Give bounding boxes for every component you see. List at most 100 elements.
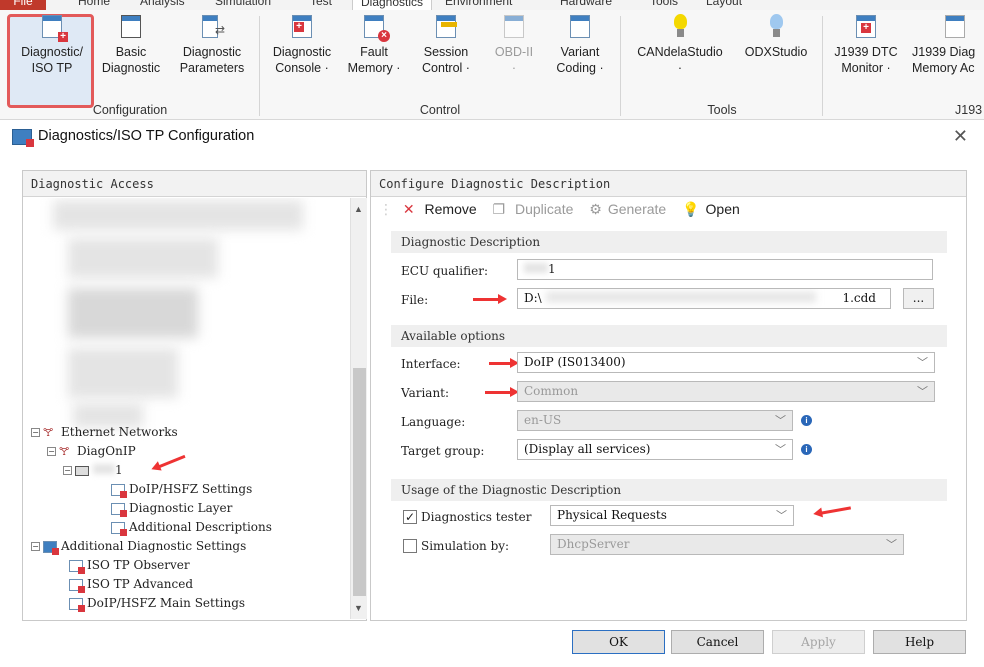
tab-test[interactable]: Test xyxy=(310,0,332,10)
info-icon[interactable]: i xyxy=(801,444,812,455)
tree-item-additional-descriptions[interactable]: Additional Descriptions xyxy=(111,520,272,536)
diagnostic-iso-tp-button[interactable]: + Diagnostic/ ISO TP xyxy=(10,10,94,76)
chevron-down-icon: ﹀ xyxy=(917,356,928,369)
section-diagnostic-description: Diagnostic Description xyxy=(391,231,947,253)
collapse-icon[interactable]: − xyxy=(31,428,40,437)
tree-item-doip-hsfz-main-settings[interactable]: DoIP/HSFZ Main Settings xyxy=(69,596,245,612)
odxstudio-button[interactable]: ODXStudio xyxy=(734,10,818,60)
folder-icon xyxy=(43,540,59,555)
j1939-dtc-icon: + xyxy=(853,14,879,40)
chevron-down-icon: ﹀ xyxy=(886,538,897,551)
tab-simulation[interactable]: Simulation xyxy=(215,0,271,10)
generate-button[interactable]: ⚙ Generate xyxy=(589,201,672,217)
fault-memory-button[interactable]: × Fault Memory · xyxy=(342,10,406,76)
variant-label: Variant: xyxy=(401,386,450,400)
tab-layout[interactable]: Layout xyxy=(706,0,742,10)
dialog-titlebar: Diagnostics/ISO TP Configuration ✕ xyxy=(0,120,984,156)
tree-item-doip-hsfz-settings[interactable]: DoIP/HSFZ Settings xyxy=(111,482,252,498)
candelastudio-button[interactable]: CANdelaStudio · xyxy=(630,10,730,76)
session-control-button[interactable]: Session Control · xyxy=(414,10,478,76)
collapse-icon[interactable]: − xyxy=(47,447,56,456)
collapse-icon[interactable]: − xyxy=(63,466,72,475)
file-tab[interactable]: File xyxy=(0,0,46,10)
tree-item-additional-diagnostic-settings[interactable]: − Additional Diagnostic Settings xyxy=(31,539,246,555)
tab-hardware[interactable]: Hardware xyxy=(560,0,612,10)
diagnostic-console-button[interactable]: + Diagnostic Console · xyxy=(264,10,340,76)
diagnostic-parameters-icon: ⇄ xyxy=(199,14,225,40)
obd-ii-button[interactable]: OBD-II · xyxy=(488,10,540,76)
gear-icon: ⚙ xyxy=(589,201,602,217)
fault-memory-icon: × xyxy=(361,14,390,42)
simulation-select[interactable]: DhcpServer ﹀ xyxy=(550,534,904,555)
menu-bar: File Home Analysis Simulation Test Diagn… xyxy=(0,0,984,10)
j1939-diag-memory-button[interactable]: J1939 Diag Memory Ac xyxy=(912,10,984,76)
diagnostics-config-dialog: Diagnostics/ISO TP Configuration ✕ Diagn… xyxy=(0,120,984,667)
obd-ii-icon xyxy=(501,14,527,40)
tree-item-ethernet-networks[interactable]: − 🝖 Ethernet Networks xyxy=(31,425,178,439)
settings-page-icon xyxy=(69,597,85,612)
tree-item-iso-tp-observer[interactable]: ISO TP Observer xyxy=(69,558,190,574)
browse-button[interactable]: ... xyxy=(903,288,934,309)
tree-item-diagonip[interactable]: − 🝖 DiagOnIP xyxy=(47,444,136,458)
group-control: Control xyxy=(419,103,461,117)
lightbulb-icon: 💡 xyxy=(682,201,700,217)
group-j1939: J193 xyxy=(955,103,983,117)
remove-button[interactable]: ✕ Remove xyxy=(403,201,483,217)
variant-coding-button[interactable]: Variant Coding · xyxy=(548,10,612,76)
description-toolbar: ⋮ ✕ Remove ❐ Duplicate ⚙ Generate 💡 Open xyxy=(371,197,966,221)
monitor-icon xyxy=(75,465,89,476)
network-icon: 🝖 xyxy=(43,425,54,439)
diagnostics-tester-label: Diagnostics tester xyxy=(421,510,532,524)
tree-item-iso-tp-advanced[interactable]: ISO TP Advanced xyxy=(69,577,193,593)
diagnostic-access-tree: − 🝖 Ethernet Networks − 🝖 DiagOnIP −1 DoIP/H… xyxy=(23,198,367,619)
language-select[interactable]: en-US ﹀ xyxy=(517,410,793,431)
tab-environment[interactable]: Environment xyxy=(445,0,512,10)
duplicate-button[interactable]: ❐ Duplicate xyxy=(493,201,580,217)
ecu-qualifier-input[interactable]: 1 xyxy=(517,259,933,280)
chevron-down-icon: ﹀ xyxy=(917,385,928,398)
j1939-dtc-monitor-button[interactable]: + J1939 DTC Monitor · xyxy=(826,10,906,76)
tab-diagnostics[interactable]: Diagnostics xyxy=(352,0,433,10)
file-path-input[interactable]: D:\ 1.cdd xyxy=(517,288,891,309)
tab-tools[interactable]: Tools xyxy=(650,0,678,10)
scroll-up-icon[interactable]: ▲ xyxy=(354,204,363,214)
help-button[interactable]: Help xyxy=(873,630,966,654)
key-icon xyxy=(433,14,459,40)
tree-item-diagnostic-layer[interactable]: Diagnostic Layer xyxy=(111,501,232,517)
tab-analysis[interactable]: Analysis xyxy=(140,0,185,10)
j1939-memory-icon xyxy=(942,14,968,40)
target-group-select[interactable]: (Display all services) ﹀ xyxy=(517,439,793,460)
interface-label: Interface: xyxy=(401,357,461,371)
annotation-arrow xyxy=(489,358,519,368)
simulation-checkbox[interactable] xyxy=(403,539,417,553)
diagnostic-console-icon: + xyxy=(289,14,315,40)
diagnostic-parameters-button[interactable]: ⇄ Diagnostic Parameters xyxy=(172,10,252,76)
target-group-label: Target group: xyxy=(401,444,485,458)
configure-description-panel: Configure Diagnostic Description ⋮ ✕ Rem… xyxy=(370,170,967,621)
collapse-icon[interactable]: − xyxy=(31,542,40,551)
tree-item-ecu-node[interactable]: −1 xyxy=(63,463,123,477)
ecu-qualifier-label: ECU qualifier: xyxy=(401,264,488,278)
diagnostics-tester-select[interactable]: Physical Requests ﹀ xyxy=(550,505,794,526)
tree-scrollbar[interactable]: ▲ ▼ xyxy=(350,198,367,619)
basic-diagnostic-icon xyxy=(118,14,144,40)
diagnostics-tester-checkbox[interactable]: ✓ xyxy=(403,510,417,524)
close-icon[interactable]: ✕ xyxy=(953,126,968,147)
apply-button[interactable]: Apply xyxy=(772,630,865,654)
variant-select[interactable]: Common ﹀ xyxy=(517,381,935,402)
annotation-arrow xyxy=(473,294,507,304)
ok-button[interactable]: OK xyxy=(572,630,665,654)
settings-page-icon xyxy=(69,578,85,593)
settings-page-icon xyxy=(69,559,85,574)
settings-page-icon xyxy=(111,483,127,498)
info-icon[interactable]: i xyxy=(801,415,812,426)
scroll-down-icon[interactable]: ▼ xyxy=(354,603,363,613)
open-button[interactable]: 💡 Open xyxy=(682,201,746,217)
ribbon: + Diagnostic/ ISO TP Basic Diagnostic ⇄ … xyxy=(0,10,984,120)
tab-home[interactable]: Home xyxy=(78,0,110,10)
scrollbar-thumb[interactable] xyxy=(353,368,366,596)
interface-select[interactable]: DoIP (IS013400) ﹀ xyxy=(517,352,935,373)
basic-diagnostic-button[interactable]: Basic Diagnostic xyxy=(96,10,166,76)
cancel-button[interactable]: Cancel xyxy=(671,630,764,654)
configure-description-header: Configure Diagnostic Description xyxy=(371,171,966,197)
